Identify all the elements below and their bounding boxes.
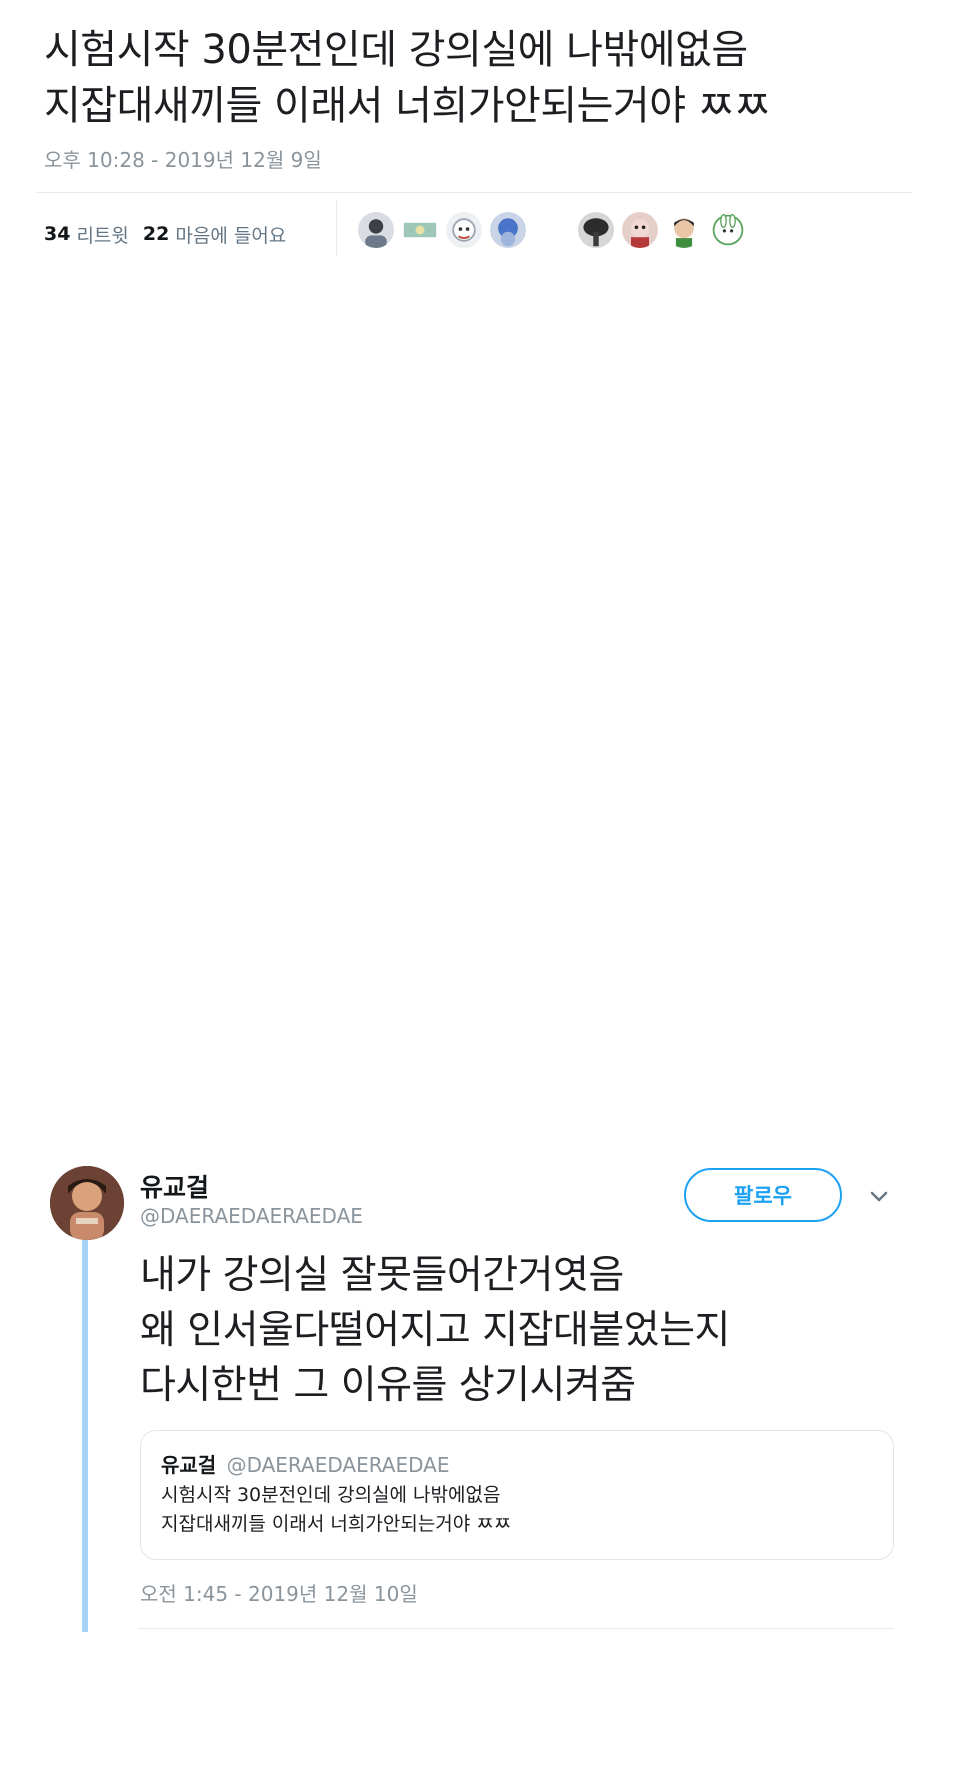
reply-text-line: 왜 인서울다떨어지고 지잡대붙었는지 (140, 1308, 730, 1353)
reply-text-line: 다시한번 그 이유를 상기시켜줌 (140, 1363, 636, 1408)
retweet-stat[interactable]: 34 리트윗 (44, 221, 129, 248)
like-count: 22 (142, 223, 170, 245)
quoted-tweet-line: 시험시작 30분전인데 강의실에 나밖에없음 (161, 1484, 501, 1506)
reply-timestamp[interactable]: 오전 1:45 - 2019년 12월 10일 (140, 1578, 418, 1607)
like-label: 마음에 들어요 (175, 224, 287, 247)
tweet-text-line: 시험시작 30분전인데 강의실에 나밖에없음 (44, 27, 748, 73)
divider (138, 1628, 894, 1629)
quoted-tweet-line: 지잡대새끼들 이래서 너희가안되는거야 ㅉㅉ (161, 1513, 512, 1535)
user-avatar[interactable] (50, 1166, 124, 1240)
tweet-text: 시험시작 30분전인데 강의실에 나밖에없음 지잡대새끼들 이래서 너희가안되는… (44, 22, 924, 134)
quoted-user-name: 유교걸 (161, 1453, 217, 1477)
quoted-tweet-header: 유교걸 @DAERAEDAERAEDAE (161, 1449, 449, 1478)
tweet-stats: 34 리트윗 22 마음에 들어요 (44, 212, 300, 256)
user-handle[interactable]: @DAERAEDAERAEDAE (140, 1204, 363, 1228)
quoted-tweet-card[interactable]: 유교걸 @DAERAEDAERAEDAE 시험시작 30분전인데 강의실에 나밖… (140, 1430, 894, 1560)
stats-separator (336, 200, 337, 256)
user-name[interactable]: 유교걸 (140, 1168, 209, 1204)
retweet-label: 리트윗 (76, 224, 129, 247)
liker-avatar[interactable] (444, 210, 484, 250)
follow-button[interactable]: 팔로우 (684, 1168, 842, 1222)
liker-avatar[interactable] (620, 210, 660, 250)
retweet-count: 34 (44, 223, 71, 245)
like-stat[interactable]: 22 마음에 들어요 (143, 221, 286, 248)
quoted-tweet-text: 시험시작 30분전인데 강의실에 나밖에없음 지잡대새끼들 이래서 너희가안되는… (161, 1481, 511, 1539)
reply-text: 내가 강의실 잘못들어간거엿음 왜 인서울다떨어지고 지잡대붙었는지 다시한번 … (140, 1248, 940, 1413)
tweet-timestamp[interactable]: 오후 10:28 - 2019년 12월 9일 (44, 144, 322, 173)
liker-avatar[interactable] (664, 210, 704, 250)
quoted-user-handle: @DAERAEDAERAEDAE (226, 1453, 450, 1477)
reply-text-line: 내가 강의실 잘못들어간거엿음 (140, 1253, 624, 1298)
thread-line (82, 1240, 88, 1632)
liker-avatar[interactable] (400, 210, 440, 250)
liker-avatar[interactable] (488, 210, 528, 250)
chevron-down-icon[interactable] (866, 1184, 892, 1210)
liker-avatar[interactable] (356, 210, 396, 250)
tweet-text-line: 지잡대새끼들 이래서 너희가안되는거야 ㅉㅉ (44, 83, 771, 129)
liker-avatar[interactable] (576, 210, 616, 250)
divider (36, 192, 912, 193)
liker-avatar[interactable] (708, 210, 748, 250)
